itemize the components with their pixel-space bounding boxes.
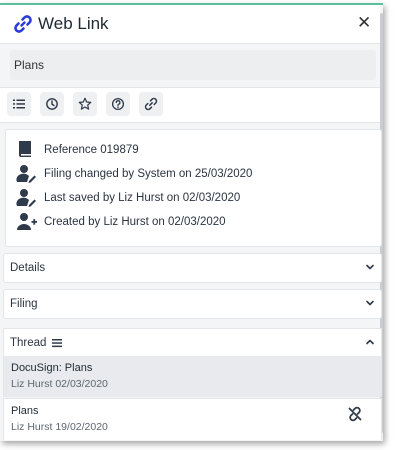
user-add-icon [17,213,37,230]
help-button[interactable] [106,92,130,116]
reference-text: Reference 019879 [44,144,139,156]
thread-item[interactable]: Plans Liz Hurst 19/02/2020 [3,398,382,440]
thread-item-subtitle: Liz Hurst 02/03/2020 [11,378,108,390]
filing-label: Filing [10,298,38,310]
details-section[interactable]: Details [3,253,382,283]
link-icon [14,15,32,33]
link-icon [144,97,158,111]
details-label: Details [10,262,46,274]
user-edit-icon [16,165,36,183]
list-icon [13,99,25,109]
thread-item-title: Plans [11,405,39,417]
chevron-down-icon[interactable] [365,262,375,272]
web-link-panel: Web Link ✕ Plans Reference 019879 Filing… [0,3,383,441]
thread-label: Thread [10,337,47,349]
toolbar [0,87,380,123]
star-icon [78,97,92,110]
clock-icon [46,98,58,110]
last-saved-text: Last saved by Liz Hurst on 02/03/2020 [44,192,241,204]
chevron-down-icon[interactable] [365,298,375,308]
help-icon [111,97,125,111]
filing-changed-row: Filing changed by System on 25/03/2020 [16,164,366,184]
created-row: Created by Liz Hurst on 02/03/2020 [16,212,366,232]
panel-header: Web Link ✕ [0,5,380,44]
record-name: Plans [10,50,376,80]
thread-item-title: DocuSign: Plans [11,362,93,374]
filing-section[interactable]: Filing [3,289,382,319]
thread-item[interactable]: DocuSign: Plans Liz Hurst 02/03/2020 [3,356,382,397]
unlink-icon[interactable] [347,406,363,422]
list-button[interactable] [7,92,31,116]
book-icon [19,141,31,157]
thread-section-header[interactable]: Thread [3,328,382,357]
thread-item-subtitle: Liz Hurst 19/02/2020 [11,421,108,433]
filing-changed-text: Filing changed by System on 25/03/2020 [44,168,253,180]
web-link-button[interactable] [139,92,163,116]
menu-icon[interactable] [52,338,62,348]
close-button[interactable]: ✕ [357,14,371,31]
last-saved-row: Last saved by Liz Hurst on 02/03/2020 [16,188,366,208]
panel-title: Web Link [38,14,109,33]
history-button[interactable] [40,92,64,116]
favourite-button[interactable] [73,92,97,116]
created-text: Created by Liz Hurst on 02/03/2020 [44,216,226,228]
user-edit-icon [16,189,36,207]
chevron-up-icon[interactable] [365,337,375,347]
record-name-text: Plans [14,58,45,72]
reference-row: Reference 019879 [16,140,366,160]
record-info: Reference 019879 Filing changed by Syste… [5,129,382,247]
